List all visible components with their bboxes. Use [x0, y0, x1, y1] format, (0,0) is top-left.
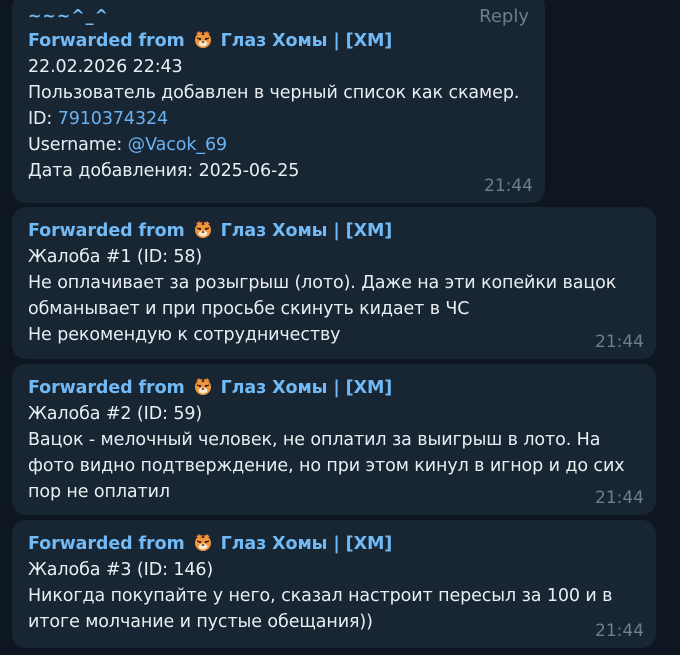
- message-bubble[interactable]: Forwarded from Глаз Хомы | [XM] Жалоба #…: [12, 207, 656, 359]
- forward-header[interactable]: Forwarded from Глаз Хомы | [XM]: [28, 531, 392, 557]
- message-text-line: Жалоба #3 (ID: 146): [28, 560, 214, 580]
- message-text-line: обманывает и при просьбе скинуть кидает …: [28, 299, 470, 319]
- message-text-line: Жалоба #2 (ID: 59): [28, 404, 203, 424]
- forward-prefix: Forwarded from: [28, 534, 185, 554]
- tiger-face-icon: [194, 534, 211, 551]
- message-text-line: Жалоба #1 (ID: 58): [28, 247, 203, 267]
- date-added-line: Дата добавления: 2025-06-25: [28, 161, 300, 181]
- message-text-line: Не оплачивает за розыгрыш (лото). Даже н…: [28, 273, 617, 293]
- username-label: Username:: [28, 135, 128, 155]
- message-bubble[interactable]: Forwarded from Глаз Хомы | [XM] Жалоба #…: [12, 364, 656, 515]
- message-time: 21:44: [595, 332, 644, 352]
- id-label: ID:: [28, 109, 58, 129]
- message-text-line: Пользователь добавлен в черный список ка…: [28, 83, 520, 103]
- forward-prefix: Forwarded from: [28, 31, 185, 51]
- message-text-line: фото видно подтверждение, но при этом ки…: [28, 456, 625, 476]
- message-text-line: Не рекомендую к сотрудничеству: [28, 325, 341, 345]
- message-text-line: Вацок - мелочный человек, не оплатил за …: [28, 430, 601, 450]
- forward-channel: Глаз Хомы | [XM]: [220, 534, 393, 554]
- forward-header[interactable]: Forwarded from Глаз Хомы | [XM]: [28, 375, 392, 401]
- reply-button[interactable]: Reply: [479, 6, 529, 27]
- message-text-line: Никогда покупайте у него, сказал настрои…: [28, 586, 613, 606]
- forward-channel: Глаз Хомы | [XM]: [220, 221, 393, 241]
- forward-header[interactable]: Forwarded from Глаз Хомы | [XM]: [28, 218, 392, 244]
- message-time: 21:44: [484, 176, 533, 196]
- forward-prefix: Forwarded from: [28, 221, 185, 241]
- tiger-face-icon: [194, 221, 211, 238]
- message-text-line: пор не оплатил: [28, 482, 171, 502]
- username-line: Username: @Vacok_69: [28, 132, 227, 158]
- forward-channel: Глаз Хомы | [XM]: [220, 378, 393, 398]
- message-time: 21:44: [595, 488, 644, 508]
- username-link[interactable]: @Vacok_69: [128, 135, 228, 155]
- message-bubble[interactable]: Forwarded from Глаз Хомы | [XM] Жалоба #…: [12, 520, 656, 648]
- message-bubble[interactable]: ~~~^_^ Reply Forwarded from Глаз Хомы | …: [12, 0, 545, 203]
- chat-history: ~~~^_^ Reply Forwarded from Глаз Хомы | …: [0, 0, 680, 655]
- reply-sender-name[interactable]: ~~~^_^: [28, 6, 109, 25]
- message-time: 21:44: [595, 621, 644, 641]
- message-text-line: 22.02.2026 22:43: [28, 57, 183, 77]
- tiger-face-icon: [194, 31, 211, 48]
- forward-channel: Глаз Хомы | [XM]: [220, 31, 393, 51]
- user-id-link[interactable]: 7910374324: [58, 109, 168, 129]
- tiger-face-icon: [194, 378, 211, 395]
- message-text-line: итоге молчание и пустые обещания)): [28, 612, 373, 632]
- id-line: ID: 7910374324: [28, 106, 168, 132]
- forward-header[interactable]: Forwarded from Глаз Хомы | [XM]: [28, 28, 392, 54]
- forward-prefix: Forwarded from: [28, 378, 185, 398]
